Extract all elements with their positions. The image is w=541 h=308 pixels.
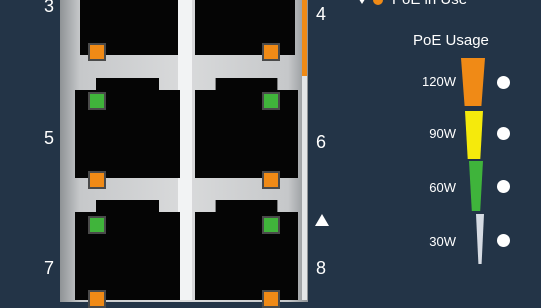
port-8-link-led	[262, 290, 280, 308]
level-label-60w: 60W	[429, 180, 456, 195]
port-8-socket[interactable]	[195, 200, 298, 300]
port-7-speed-led	[88, 216, 106, 234]
port-number-7: 7	[44, 258, 55, 278]
level-dot-30w	[497, 234, 510, 247]
level-label-120w: 120W	[422, 74, 456, 89]
chevron-down-icon	[359, 0, 365, 4]
level-label-90w: 90W	[429, 126, 456, 141]
port-5-speed-led	[88, 92, 106, 110]
port-number-4: 4	[316, 4, 327, 24]
level-dot-90w	[497, 127, 510, 140]
level-dot-60w	[497, 180, 510, 193]
port-4-socket[interactable]	[195, 0, 295, 55]
port-6-link-led	[262, 171, 280, 189]
gauge-segment-60w	[469, 161, 483, 211]
right-poe-stripe	[302, 0, 307, 76]
port-6-socket[interactable]	[195, 78, 298, 178]
port-number-5: 5	[44, 128, 55, 148]
port-7-link-led	[88, 290, 106, 308]
port-7-socket[interactable]	[75, 200, 180, 300]
port-number-8: 8	[316, 258, 327, 278]
poe-in-use-dot	[373, 0, 383, 5]
port-4-link-led	[262, 43, 280, 61]
gauge-segment-30w	[476, 214, 484, 264]
gauge-segment-120w	[461, 58, 485, 106]
port-3-link-led	[88, 43, 106, 61]
level-dot-120w	[497, 76, 510, 89]
level-label-30w: 30W	[429, 234, 456, 249]
faceplate-center-seam	[178, 0, 192, 300]
right-edge-stripe	[302, 76, 307, 300]
port-5-link-led	[88, 171, 106, 189]
gauge-segment-90w	[465, 111, 483, 159]
poe-usage-title: PoE Usage	[413, 32, 489, 49]
port-8-speed-led	[262, 216, 280, 234]
left-port-label-gutter	[0, 0, 60, 300]
port-number-3: 3	[44, 0, 55, 16]
poe-in-use-label: PoE in Use	[392, 0, 467, 8]
triangle-up-icon	[315, 214, 329, 226]
port-number-6: 6	[316, 132, 327, 152]
port-6-speed-led	[262, 92, 280, 110]
